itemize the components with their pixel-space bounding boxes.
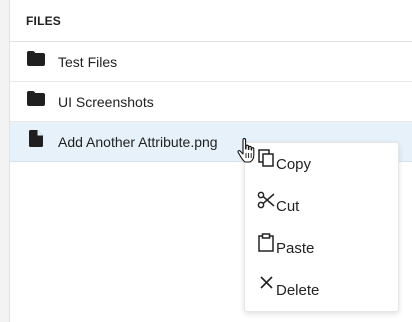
file-row-label: Test Files: [58, 54, 118, 70]
file-row-ui-screenshots[interactable]: UI Screenshots: [10, 82, 412, 122]
files-header: FILES: [10, 0, 412, 42]
file-row-label: Add Another Attribute.png: [58, 134, 218, 150]
clipboard-icon: [257, 233, 275, 255]
close-icon: [257, 275, 275, 297]
menu-item-label: Cut: [276, 197, 300, 215]
file-icon: [27, 130, 45, 148]
file-browser-window: FILES Test Files UI Screenshots Add Anot…: [0, 0, 412, 322]
left-gutter: [0, 0, 10, 322]
folder-icon: [27, 90, 45, 108]
file-row-label: UI Screenshots: [58, 94, 154, 110]
menu-item-delete[interactable]: Delete: [257, 275, 320, 303]
menu-item-label: Paste: [276, 239, 315, 257]
copy-icon: [257, 149, 275, 171]
menu-item-paste[interactable]: Paste: [257, 233, 315, 261]
context-menu: Copy Cut Paste Delete: [244, 142, 399, 312]
scissors-icon: [257, 191, 275, 213]
menu-item-cut[interactable]: Cut: [257, 191, 300, 219]
menu-item-label: Delete: [276, 281, 320, 299]
file-row-test-files[interactable]: Test Files: [10, 42, 412, 82]
folder-icon: [27, 50, 45, 68]
menu-item-label: Copy: [276, 155, 312, 173]
hand-pointer-cursor-icon: [237, 137, 257, 164]
menu-item-copy[interactable]: Copy: [257, 149, 312, 177]
